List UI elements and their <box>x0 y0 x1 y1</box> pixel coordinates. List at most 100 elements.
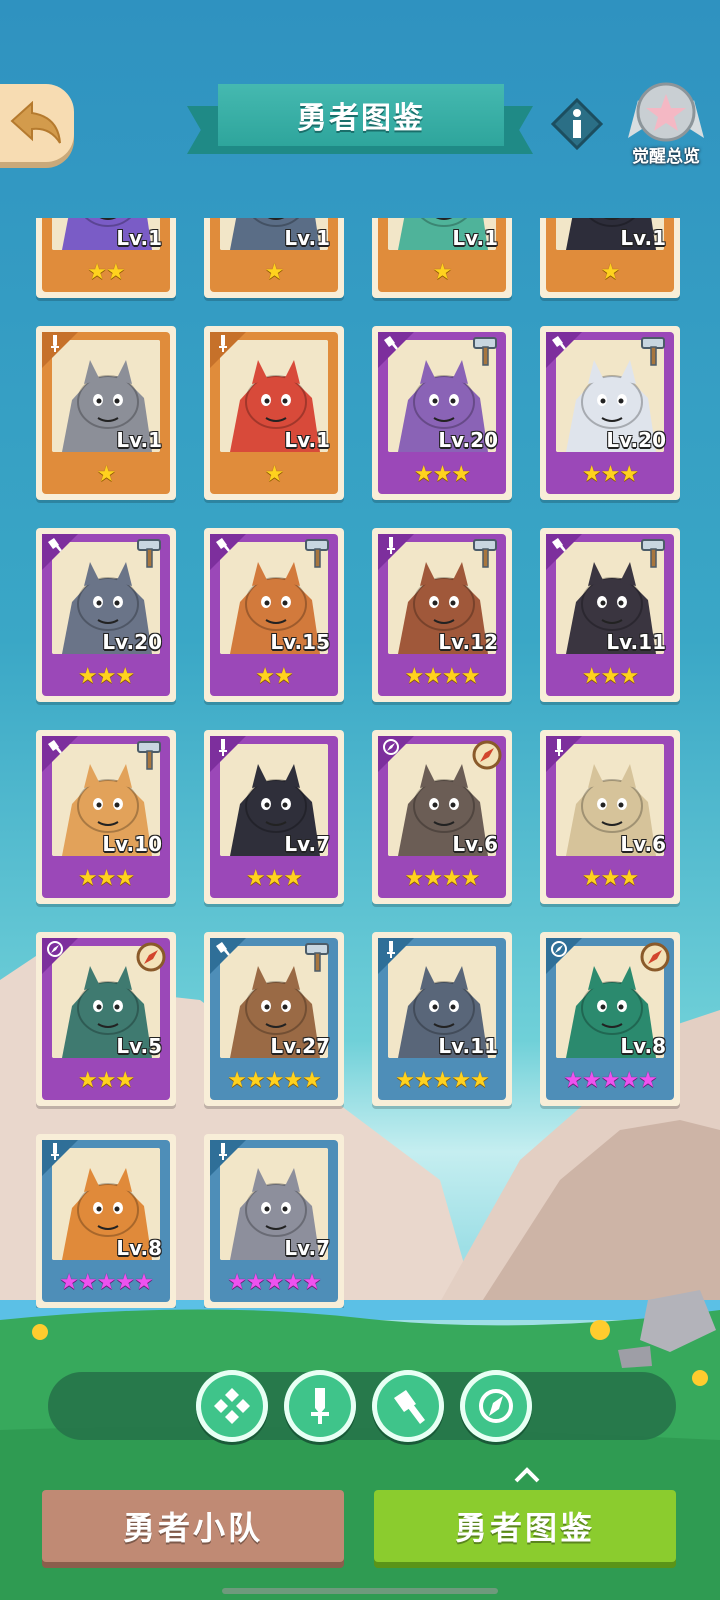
hero-card-frame: Lv.7 ★★★ <box>210 736 338 898</box>
hero-card[interactable]: Lv.1 ★ <box>540 218 680 298</box>
hero-card-frame: Lv.8 ★★★★★ <box>546 938 674 1100</box>
hero-level: Lv.8 <box>116 1236 162 1260</box>
hammer-weapon-icon <box>137 741 161 770</box>
hero-level: Lv.1 <box>116 428 162 452</box>
hero-card[interactable]: Lv.8 ★★★★★ <box>36 1134 176 1308</box>
hero-card[interactable]: Lv.10 ★★★ <box>36 730 176 904</box>
hero-card[interactable]: Lv.6 ★★★ <box>540 730 680 904</box>
hero-card[interactable]: Lv.27 ★★★★★ <box>204 932 344 1106</box>
hero-card[interactable]: Lv.1 ★★ <box>36 218 176 298</box>
hero-card[interactable]: Lv.20 ★★★ <box>36 528 176 702</box>
hero-level: Lv.6 <box>620 832 666 856</box>
hero-stars: ★★★★★ <box>227 1270 322 1295</box>
hero-card-frame: Lv.12 ★★★★ <box>378 534 506 696</box>
compass-icon <box>479 1389 513 1423</box>
hero-level: Lv.6 <box>452 832 498 856</box>
awaken-star-icon <box>628 82 704 142</box>
filter-sword-button[interactable] <box>284 1370 356 1442</box>
hero-card-frame: Lv.8 ★★★★★ <box>42 1140 170 1302</box>
awaken-overview-button[interactable]: 觉醒总览 <box>618 80 714 170</box>
filter-all-button[interactable] <box>196 1370 268 1442</box>
hero-stars: ★★★★★ <box>59 1270 154 1295</box>
hero-card[interactable]: Lv.7 ★★★ <box>204 730 344 904</box>
hero-card-frame: Lv.6 ★★★★ <box>378 736 506 898</box>
filter-compass-button[interactable] <box>460 1370 532 1442</box>
hero-card[interactable]: Lv.12 ★★★★ <box>372 528 512 702</box>
back-arrow-icon <box>10 101 61 144</box>
hero-level: Lv.8 <box>620 1034 666 1058</box>
hero-card[interactable]: Lv.1 ★ <box>36 326 176 500</box>
hero-stars: ★★★★★ <box>227 1068 322 1093</box>
hero-level: Lv.5 <box>116 1034 162 1058</box>
hero-card-frame: Lv.5 ★★★ <box>42 938 170 1100</box>
info-icon <box>550 97 604 151</box>
hero-stars: ★ <box>432 260 453 285</box>
hammer-weapon-icon <box>305 539 329 568</box>
hero-stars: ★★★ <box>581 462 639 487</box>
filter-hammer-button[interactable] <box>372 1370 444 1442</box>
class-filter-bar <box>48 1372 676 1440</box>
hero-card[interactable]: Lv.1 ★ <box>204 326 344 500</box>
back-button[interactable] <box>0 84 74 162</box>
hero-card-frame: Lv.6 ★★★ <box>546 736 674 898</box>
home-indicator <box>222 1588 498 1594</box>
hero-stars: ★ <box>264 462 285 487</box>
hero-grid: Lv.1 ★★ Lv.1 ★ Lv.1 ★ Lv.1 ★ Lv.1 ★ Lv.1 ★ Lv.20 ★★★ L… <box>36 218 680 1308</box>
sword-icon <box>311 1388 329 1424</box>
hero-level: Lv.11 <box>606 630 666 654</box>
hero-card[interactable]: Lv.6 ★★★★ <box>372 730 512 904</box>
compass-weapon-icon <box>136 942 166 972</box>
hero-stars: ★★ <box>87 260 125 285</box>
hero-card-frame: Lv.15 ★★ <box>210 534 338 696</box>
hero-stars: ★★★★★ <box>395 1068 490 1093</box>
chevron-up-icon <box>514 1467 540 1483</box>
hero-team-button[interactable]: 勇者小队 <box>42 1490 344 1562</box>
page-title: 勇者图鉴 <box>218 84 504 146</box>
hero-card-frame: Lv.11 ★★★★★ <box>378 938 506 1100</box>
hero-stars: ★ <box>264 260 285 285</box>
info-button[interactable] <box>550 97 604 151</box>
hero-card-frame: Lv.1 ★ <box>378 218 506 292</box>
hero-stars: ★★★ <box>245 866 303 891</box>
hero-stars: ★★★ <box>77 866 135 891</box>
hero-card-frame: Lv.11 ★★★ <box>546 534 674 696</box>
hero-level: Lv.12 <box>438 630 498 654</box>
hero-card[interactable]: Lv.7 ★★★★★ <box>204 1134 344 1308</box>
hero-card[interactable]: Lv.1 ★ <box>204 218 344 298</box>
hero-stars: ★ <box>96 462 117 487</box>
hero-card[interactable]: Lv.11 ★★★ <box>540 528 680 702</box>
hero-level: Lv.1 <box>116 226 162 250</box>
hero-card[interactable]: Lv.8 ★★★★★ <box>540 932 680 1106</box>
hero-card-frame: Lv.20 ★★★ <box>546 332 674 494</box>
hero-card-frame: Lv.1 ★ <box>210 332 338 494</box>
hero-card[interactable]: Lv.1 ★ <box>372 218 512 298</box>
hammer-weapon-icon <box>473 337 497 366</box>
hero-stars: ★★★ <box>581 866 639 891</box>
hero-stars: ★★★★ <box>404 866 481 891</box>
hammer-weapon-icon <box>641 337 665 366</box>
hammer-weapon-icon <box>305 943 329 972</box>
compass-weapon-icon <box>472 740 502 770</box>
hero-level: Lv.11 <box>438 1034 498 1058</box>
hero-level: Lv.10 <box>102 832 162 856</box>
hero-level: Lv.1 <box>284 428 330 452</box>
hero-stars: ★★★ <box>413 462 471 487</box>
compass-weapon-icon <box>640 942 670 972</box>
hero-stars: ★★ <box>255 664 293 689</box>
hero-level: Lv.7 <box>284 832 330 856</box>
awaken-overview-label: 觉醒总览 <box>632 147 700 167</box>
hammer-weapon-icon <box>641 539 665 568</box>
hero-card[interactable]: Lv.5 ★★★ <box>36 932 176 1106</box>
hammer-weapon-icon <box>137 539 161 568</box>
hero-stars: ★★★ <box>581 664 639 689</box>
hero-codex-button[interactable]: 勇者图鉴 <box>374 1490 676 1562</box>
hero-card[interactable]: Lv.15 ★★ <box>204 528 344 702</box>
hero-level: Lv.1 <box>284 226 330 250</box>
hero-grid-viewport[interactable]: Lv.1 ★★ Lv.1 ★ Lv.1 ★ Lv.1 ★ Lv.1 ★ Lv.1 ★ Lv.20 ★★★ L… <box>0 218 720 1308</box>
hero-card[interactable]: Lv.11 ★★★★★ <box>372 932 512 1106</box>
hero-card-frame: Lv.20 ★★★ <box>42 534 170 696</box>
hero-card[interactable]: Lv.20 ★★★ <box>372 326 512 500</box>
hero-card[interactable]: Lv.20 ★★★ <box>540 326 680 500</box>
hero-stars: ★★★★ <box>404 664 481 689</box>
hero-card-frame: Lv.1 ★ <box>210 218 338 292</box>
